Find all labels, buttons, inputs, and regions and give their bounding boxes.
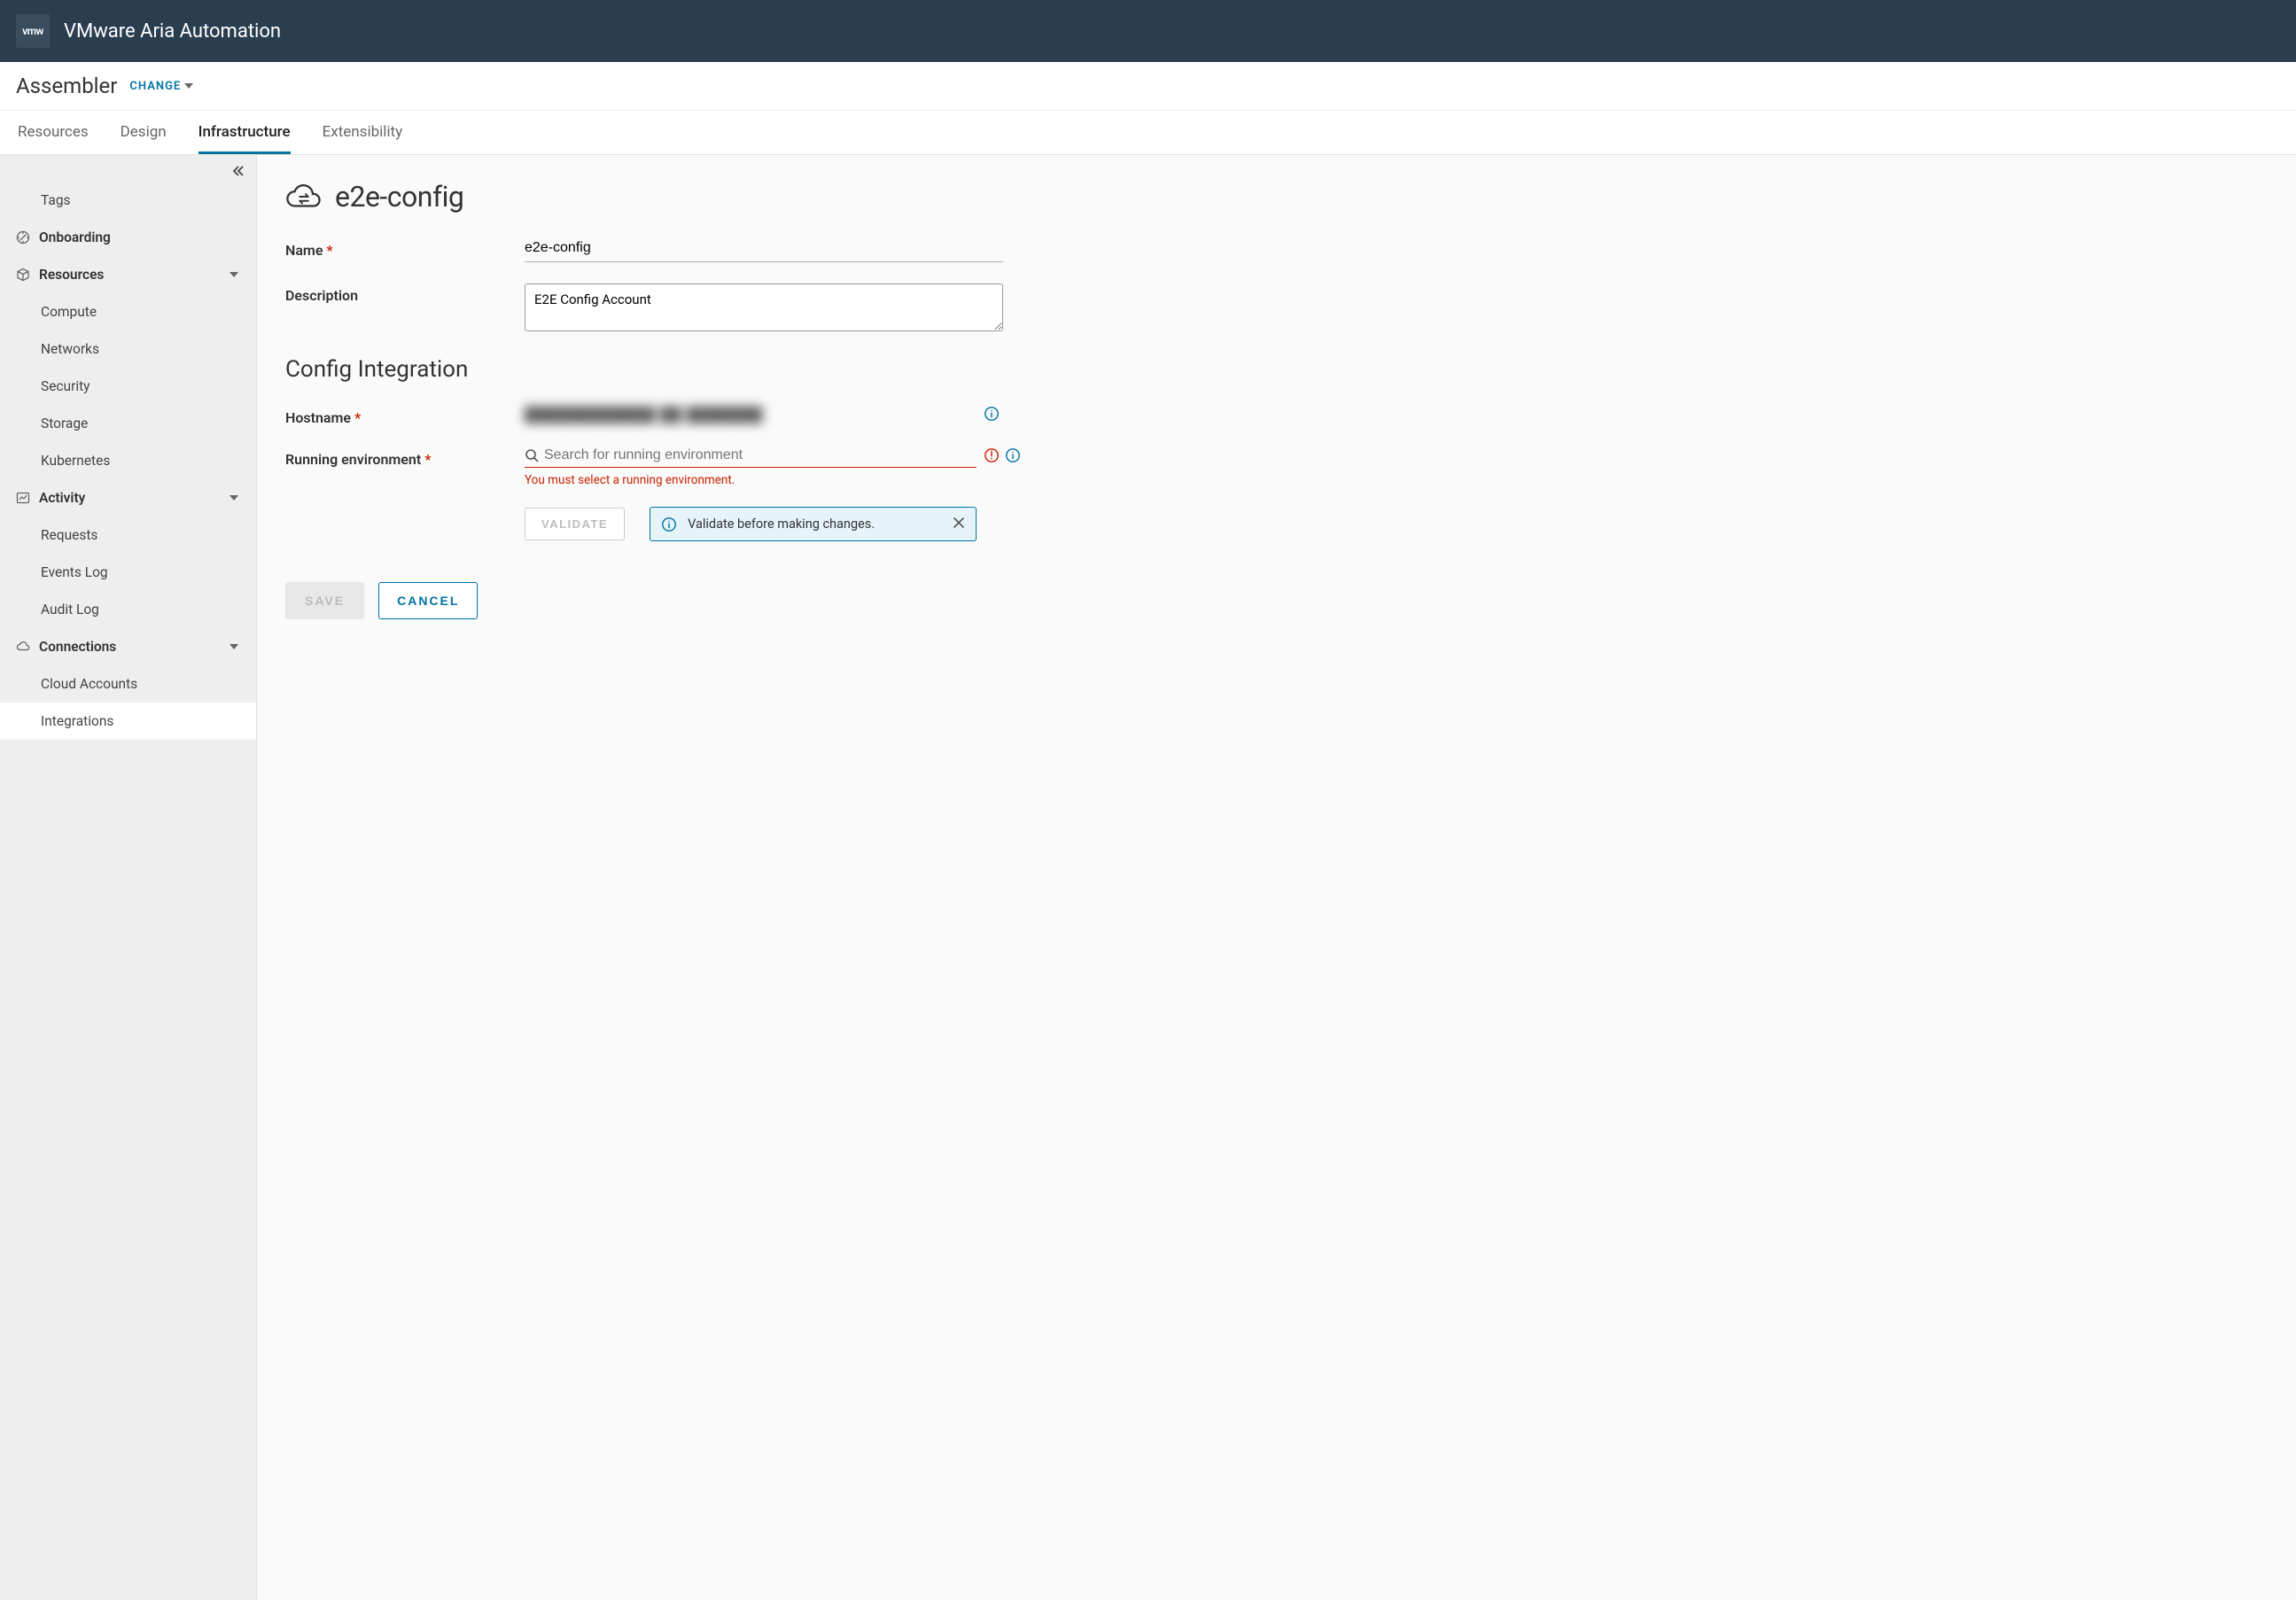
sidebar-item-audit-log[interactable]: Audit Log [0,591,256,628]
sidebar-item-integrations[interactable]: Integrations [0,703,256,740]
sidebar-item-networks[interactable]: Networks [0,330,256,368]
sidebar-item-storage[interactable]: Storage [0,405,256,442]
sidebar-group-label: Connections [39,639,116,655]
search-icon [525,448,539,462]
validate-button[interactable]: VALIDATE [525,508,625,540]
sidebar-item-label: Tags [41,192,71,208]
product-title: VMware Aria Automation [64,20,281,43]
sidebar-item-tags[interactable]: Tags [0,182,256,219]
page-heading: e2e-config [285,180,2261,214]
tab-design[interactable]: Design [121,111,167,154]
primary-tabs: Resources Design Infrastructure Extensib… [0,111,2296,155]
sidebar-group-connections[interactable]: Connections [0,628,256,665]
name-label: Name* [285,238,525,259]
vmw-logo: vmw [16,14,50,48]
sidebar-item-label: Audit Log [41,602,99,617]
label-text: Name [285,242,323,259]
page-title: e2e-config [335,180,463,214]
workspace: Tags Onboarding Resources Compute Networ… [0,155,2296,1600]
sidebar-item-security[interactable]: Security [0,368,256,405]
sidebar-item-compute[interactable]: Compute [0,293,256,330]
running-env-input[interactable] [544,447,977,463]
running-env-label: Running environment* [285,447,525,468]
validate-banner: Validate before making changes. [650,507,977,541]
sidebar-item-label: Cloud Accounts [41,676,137,692]
chart-icon [16,491,30,505]
tab-infrastructure[interactable]: Infrastructure [198,111,291,154]
sidebar-group-label: Resources [39,267,104,283]
sidebar-group-activity[interactable]: Activity [0,479,256,517]
info-icon[interactable] [984,406,1000,422]
form-row-hostname: Hostname* ████████████ ██ ███████ [285,406,2261,426]
sidebar-item-events-log[interactable]: Events Log [0,554,256,591]
app-name: Assembler [16,74,117,98]
change-app-label: CHANGE [129,80,181,93]
compass-icon [16,230,30,245]
double-chevron-left-icon [231,164,245,178]
form-row-description: Description [285,283,2261,335]
sidebar-item-label: Compute [41,304,97,320]
cloud-sync-icon [285,181,323,213]
sidebar-item-cloud-accounts[interactable]: Cloud Accounts [0,665,256,703]
app-sub-header: Assembler CHANGE [0,62,2296,111]
error-icon [984,447,1000,463]
section-title: Config Integration [285,356,2261,383]
running-env-error: You must select a running environment. [525,473,977,487]
sidebar-item-label: Events Log [41,564,108,580]
change-app-link[interactable]: CHANGE [129,80,193,93]
form-row-running-env: Running environment* You must select a r… [285,447,2261,541]
box-icon [16,268,30,282]
banner-close[interactable] [953,515,965,533]
chevron-down-icon [230,272,238,277]
save-button[interactable]: SAVE [285,582,364,619]
sidebar-item-label: Kubernetes [41,453,110,469]
banner-text: Validate before making changes. [688,517,875,532]
running-env-search[interactable] [525,447,977,468]
cloud-link-icon [16,640,30,654]
sidebar-group-label: Activity [39,490,85,506]
required-asterisk: * [326,242,332,259]
sidebar-item-label: Security [41,378,90,394]
description-label: Description [285,283,525,304]
label-text: Running environment [285,451,421,468]
sidebar-item-requests[interactable]: Requests [0,517,256,554]
hostname-label: Hostname* [285,406,525,426]
sidebar-item-label: Requests [41,527,97,543]
chevron-down-icon [230,495,238,501]
hostname-masked-value: ████████████ ██ ███████ [525,406,977,423]
sidebar-group-resources[interactable]: Resources [0,256,256,293]
sidebar-item-label: Integrations [41,713,113,729]
info-icon [661,517,677,532]
chevron-down-icon [230,644,238,649]
sidebar-group-onboarding[interactable]: Onboarding [0,219,256,256]
name-input[interactable] [525,238,1003,262]
required-asterisk: * [354,409,361,426]
required-asterisk: * [424,451,431,468]
global-header: vmw VMware Aria Automation [0,0,2296,62]
sidebar-group-label: Onboarding [39,229,111,245]
label-text: Hostname [285,409,351,426]
cancel-button[interactable]: CANCEL [378,582,478,619]
sidebar-collapse-toggle[interactable] [228,160,249,185]
tab-extensibility[interactable]: Extensibility [323,111,403,154]
description-input[interactable] [525,283,1003,331]
form-row-name: Name* [285,238,2261,262]
content-pane: e2e-config Name* Description Config Inte… [257,155,2296,1600]
info-icon[interactable] [1005,447,1021,463]
sidebar-item-label: Networks [41,341,99,357]
chevron-down-icon [184,83,193,89]
close-icon [953,517,965,529]
tab-resources[interactable]: Resources [18,111,89,154]
sidebar: Tags Onboarding Resources Compute Networ… [0,155,257,1600]
sidebar-item-kubernetes[interactable]: Kubernetes [0,442,256,479]
footer-buttons: SAVE CANCEL [285,582,2261,619]
sidebar-item-label: Storage [41,416,88,431]
